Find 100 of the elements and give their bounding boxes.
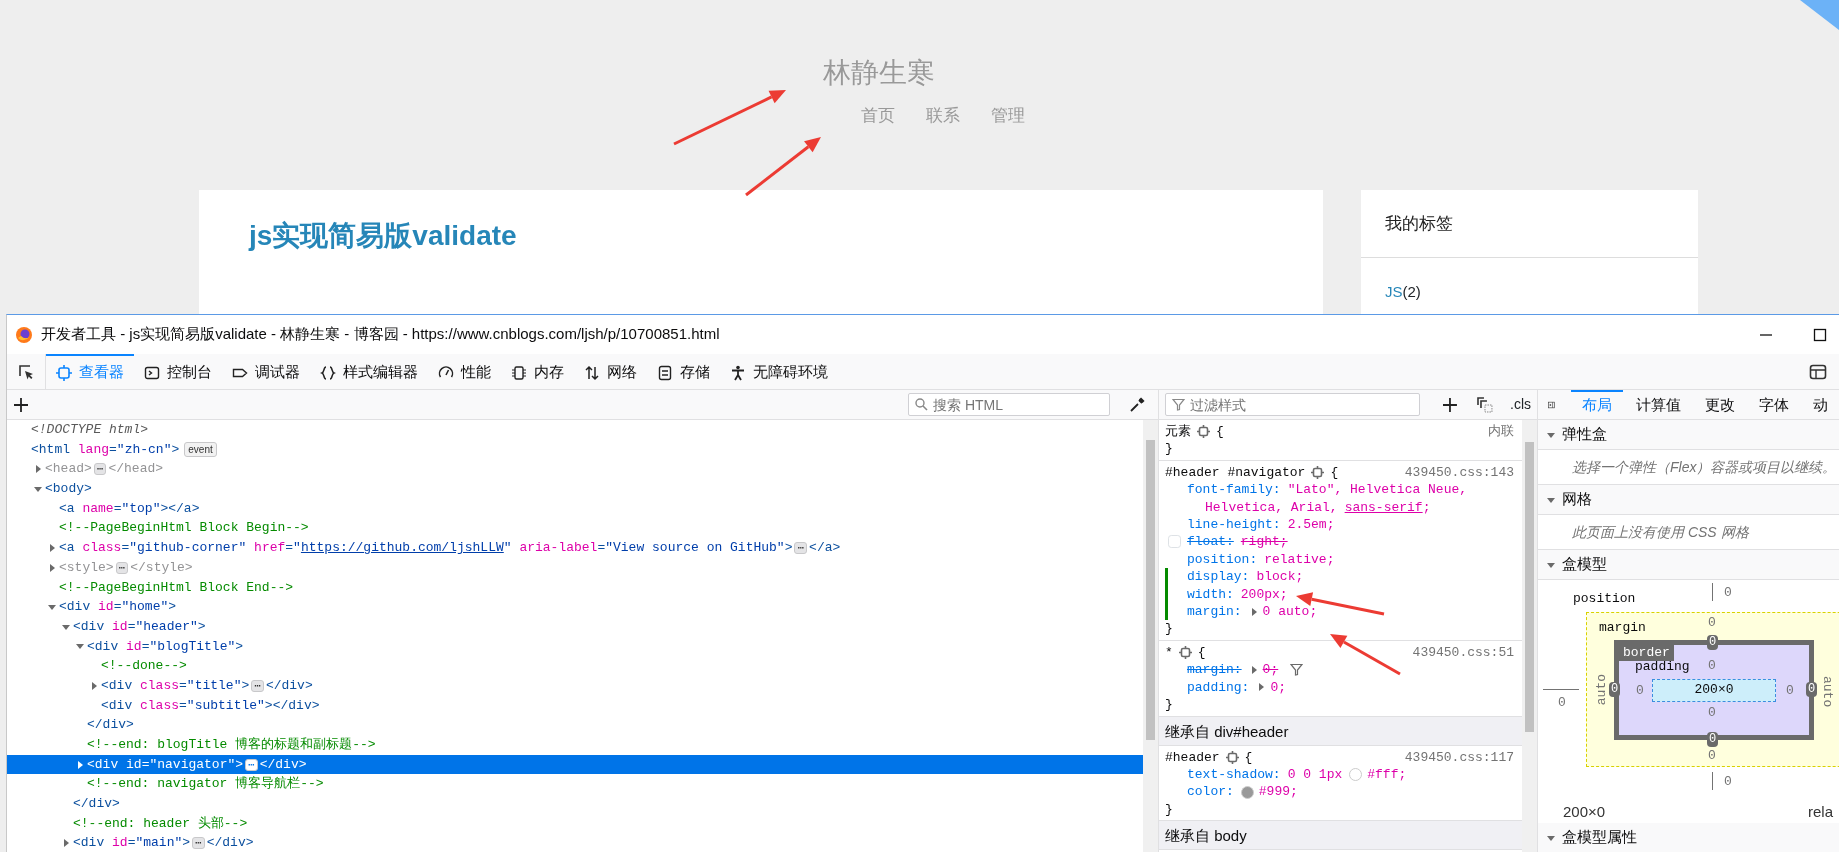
filter-icon[interactable] bbox=[1290, 663, 1304, 677]
expand-toggle-icon[interactable] bbox=[47, 562, 57, 573]
scrollbar[interactable] bbox=[1522, 420, 1537, 852]
section-title[interactable]: 盒模型属性 bbox=[1562, 826, 1637, 849]
rule-source-link[interactable]: 内联 bbox=[1488, 423, 1514, 441]
property-value[interactable]: 2.5em; bbox=[1287, 516, 1335, 534]
property-name[interactable]: line-height: bbox=[1187, 516, 1281, 534]
nav-link[interactable]: 首页 bbox=[861, 104, 895, 128]
expand-toggle-icon[interactable] bbox=[33, 464, 43, 475]
property-value[interactable]: #fff; bbox=[1367, 765, 1407, 784]
expand-toggle-icon[interactable] bbox=[47, 542, 57, 553]
tree-row[interactable]: <head> ⋯ </head> bbox=[7, 459, 1143, 480]
property-name[interactable]: margin: bbox=[1187, 661, 1242, 679]
tree-row[interactable]: <!DOCTYPE html> bbox=[7, 420, 1143, 440]
tree-row[interactable]: <div id="main"> ⋯ </div> bbox=[7, 833, 1143, 852]
tree-row[interactable]: <!--done--> bbox=[7, 656, 1143, 676]
collapsed-content-badge[interactable]: ⋯ bbox=[115, 561, 129, 574]
nav-link[interactable]: 管理 bbox=[991, 104, 1025, 128]
tree-row[interactable]: <body> bbox=[7, 479, 1143, 499]
tree-row[interactable]: <div class="subtitle"></div> bbox=[7, 695, 1143, 716]
filter-field[interactable]: 过滤样式 bbox=[1165, 393, 1421, 416]
property-name[interactable]: text-shadow: bbox=[1187, 765, 1281, 784]
expand-toggle-icon[interactable] bbox=[89, 680, 99, 691]
section-title[interactable]: 网格 bbox=[1562, 488, 1592, 511]
property-value[interactable]: 0 0 1px bbox=[1287, 765, 1343, 784]
property-value[interactable]: 0 auto; bbox=[1262, 603, 1318, 621]
nav-link[interactable]: 联系 bbox=[926, 104, 960, 128]
property-name[interactable]: display: bbox=[1187, 568, 1250, 586]
tree-row[interactable]: <div id="navigator"> ⋯ </div> bbox=[7, 754, 1143, 775]
search-field[interactable]: 搜索 HTML bbox=[908, 393, 1110, 416]
tree-row[interactable]: <div class="title"> ⋯ </div> bbox=[7, 675, 1143, 696]
tool-tab[interactable]: 性能 bbox=[428, 354, 501, 389]
sidebar-tab[interactable]: 字体 bbox=[1748, 390, 1800, 420]
tree-row[interactable]: <!--end: navigator 博客导航栏--> bbox=[7, 774, 1143, 795]
font-link[interactable]: sans-serif bbox=[1344, 499, 1423, 515]
property-value[interactable]: relative; bbox=[1264, 550, 1335, 569]
property-value[interactable]: 0; bbox=[1270, 678, 1287, 697]
property-value[interactable]: block; bbox=[1256, 568, 1304, 586]
tree-row[interactable]: <!--PageBeginHtml Block Begin--> bbox=[7, 518, 1143, 539]
tree-row[interactable]: <div id="blogTitle"> bbox=[7, 636, 1143, 657]
tool-tab[interactable]: 控制台 bbox=[134, 354, 222, 389]
highlighter-icon[interactable] bbox=[1197, 425, 1210, 439]
sidebar-tab[interactable]: 计算值 bbox=[1625, 390, 1692, 420]
property-name[interactable]: margin: bbox=[1187, 603, 1242, 621]
property-value[interactable]: right; bbox=[1240, 533, 1288, 551]
layout-toggle-icon[interactable] bbox=[1809, 362, 1827, 381]
expand-toggle-icon[interactable] bbox=[75, 759, 85, 770]
rule-source-link[interactable]: 439450.css:143 bbox=[1404, 463, 1514, 482]
event-badge[interactable]: event bbox=[184, 442, 217, 458]
tree-row[interactable]: <!--PageBeginHtml Block End--> bbox=[7, 577, 1143, 598]
section-title[interactable]: 盒模型 bbox=[1562, 553, 1607, 576]
highlighter-icon[interactable] bbox=[1178, 646, 1192, 660]
collapsed-content-badge[interactable]: ⋯ bbox=[93, 463, 107, 476]
property-name[interactable]: font-family: bbox=[1187, 481, 1281, 499]
rule-source-link[interactable]: 439450.css:51 bbox=[1412, 643, 1514, 662]
sidebar-tab[interactable]: 更改 bbox=[1694, 390, 1746, 420]
property-name[interactable]: float: bbox=[1187, 533, 1234, 551]
tool-tab[interactable]: 内存 bbox=[501, 354, 574, 389]
collapsed-content-badge[interactable]: ⋯ bbox=[192, 837, 205, 850]
attribute-link[interactable]: https://github.com/ljshLLW bbox=[300, 540, 504, 556]
color-swatch[interactable] bbox=[1240, 785, 1254, 799]
tree-row[interactable]: <!--end: header 头部--> bbox=[7, 813, 1143, 834]
tree-row[interactable]: <div id="home"> bbox=[7, 597, 1143, 617]
cls-button[interactable]: .cls bbox=[1510, 394, 1531, 415]
eyedropper-icon[interactable] bbox=[1128, 395, 1146, 414]
tree-row[interactable]: <a name="top"></a> bbox=[7, 498, 1143, 519]
declaration-checkbox[interactable] bbox=[1168, 535, 1181, 549]
color-swatch[interactable] bbox=[1349, 768, 1363, 782]
tree-row[interactable]: <div id="header"> bbox=[7, 616, 1143, 637]
tool-tab[interactable]: 调试器 bbox=[222, 354, 310, 389]
tree-row[interactable]: <html lang="zh-cn"> event bbox=[7, 439, 1143, 460]
print-simulation-icon[interactable] bbox=[1476, 395, 1494, 414]
highlighter-icon[interactable] bbox=[1225, 750, 1239, 764]
tag-link[interactable]: JS bbox=[1385, 282, 1403, 302]
collapsed-content-badge[interactable]: ⋯ bbox=[245, 758, 258, 771]
highlighter-icon[interactable] bbox=[1311, 466, 1325, 479]
expand-toggle-icon[interactable] bbox=[61, 838, 71, 849]
property-name[interactable]: width: bbox=[1187, 585, 1234, 604]
tree-row[interactable]: <style> ⋯ </style> bbox=[7, 557, 1143, 578]
property-value[interactable]: 0; bbox=[1262, 661, 1279, 679]
tool-tab[interactable]: 网络 bbox=[574, 354, 647, 389]
post-title[interactable]: js实现简易版validate bbox=[249, 218, 517, 254]
tool-tab[interactable]: 无障碍环境 bbox=[720, 354, 838, 389]
rule-source-link[interactable]: 439450.css:117 bbox=[1404, 748, 1514, 766]
maximize-icon[interactable] bbox=[1813, 327, 1827, 342]
sidebar-tab[interactable]: 动 bbox=[1802, 390, 1839, 420]
add-rule-icon[interactable] bbox=[1442, 396, 1459, 413]
tree-row[interactable]: <a class="github-corner" href="https://github.com/ljshLLW" aria-label="View source on GitHub"> ⋯ </a> bbox=[7, 538, 1143, 558]
section-title[interactable]: 弹性盒 bbox=[1562, 423, 1607, 446]
tree-row[interactable]: <!--end: blogTitle 博客的标题和副标题--> bbox=[7, 735, 1143, 755]
property-value[interactable]: #999; bbox=[1258, 783, 1298, 801]
property-value[interactable]: 200px; bbox=[1240, 585, 1288, 604]
property-name[interactable]: padding: bbox=[1187, 678, 1250, 697]
tool-tab[interactable]: 存储 bbox=[647, 354, 720, 389]
property-name[interactable]: color: bbox=[1187, 783, 1234, 801]
collapsed-content-badge[interactable]: ⋯ bbox=[794, 541, 808, 554]
add-node-icon[interactable] bbox=[13, 396, 29, 413]
property-value[interactable]: "Lato", Helvetica Neue, bbox=[1287, 481, 1468, 499]
tool-tab[interactable]: 样式编辑器 bbox=[310, 354, 428, 389]
property-name[interactable]: position: bbox=[1187, 550, 1258, 569]
